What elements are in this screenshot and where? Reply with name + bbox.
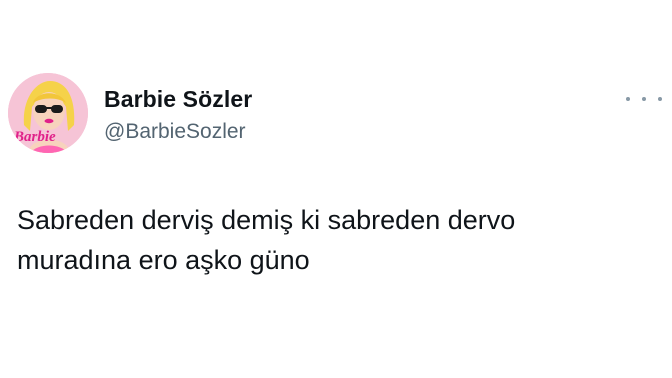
user-info: Barbie Sözler @BarbieSozler — [104, 86, 252, 144]
tweet-text-line: muradına ero aşko güno — [17, 245, 310, 275]
more-dot — [658, 97, 662, 101]
avatar[interactable]: Barbie — [8, 73, 88, 153]
display-name[interactable]: Barbie Sözler — [104, 86, 252, 112]
tweet-text: Sabreden derviş demiş ki sabreden dervo … — [17, 200, 657, 280]
more-options-icon[interactable] — [626, 92, 662, 106]
user-handle[interactable]: @BarbieSozler — [104, 120, 252, 144]
tweet-card: Barbie Barbie Sözler @BarbieSozler Sabre… — [0, 0, 672, 378]
tweet-text-line: Sabreden derviş demiş ki sabreden dervo — [17, 205, 516, 235]
barbie-avatar-icon: Barbie — [8, 73, 88, 153]
more-dot — [642, 97, 646, 101]
avatar-logo-text: Barbie — [13, 129, 56, 145]
more-dot — [626, 97, 630, 101]
